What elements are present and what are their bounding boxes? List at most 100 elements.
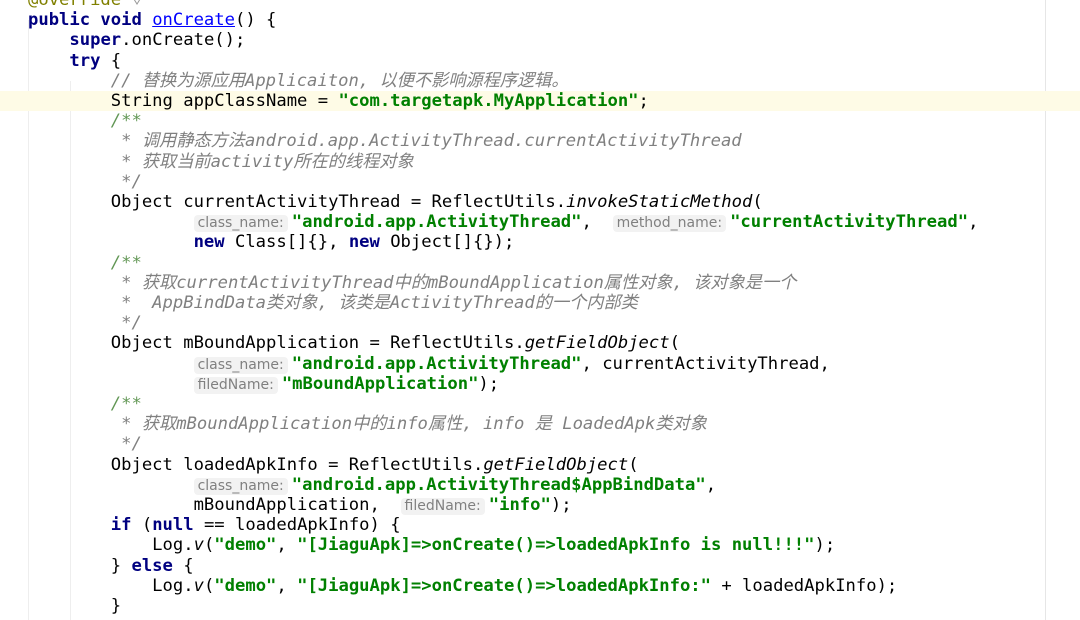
code-line[interactable]: */	[0, 313, 1080, 333]
code-line[interactable]: mBoundApplication, filedName: "info");	[0, 495, 1080, 515]
code-token: (	[203, 535, 215, 556]
code-token: Object loadedApkInfo = ReflectUtils.	[28, 454, 484, 475]
code-line[interactable]: String appClassName = "com.targetapk.MyA…	[0, 91, 1080, 112]
code-line[interactable]: super.onCreate();	[0, 30, 1080, 50]
code-line-content: /**	[0, 111, 142, 131]
code-token: "[JiaguApk]=>onCreate()=>loadedApkInfo i…	[297, 535, 815, 556]
code-line[interactable]: Object mBoundApplication = ReflectUtils.…	[0, 333, 1080, 353]
code-line-content: super.onCreate();	[0, 30, 245, 50]
code-token: new	[193, 232, 225, 253]
code-line[interactable]: filedName: "mBoundApplication");	[0, 374, 1080, 394]
code-line-content: Log.v("demo", "[JiaguApk]=>onCreate()=>l…	[0, 576, 897, 596]
code-token: {	[100, 50, 122, 71]
code-line-content: * 获取mBoundApplication中的info属性, info 是 Lo…	[0, 414, 707, 434]
code-line-content: */	[0, 172, 142, 192]
code-token: String appClassName =	[28, 91, 339, 111]
code-line-content: * 获取当前activity所在的线程对象	[0, 152, 414, 172]
code-line-content: /**	[0, 394, 142, 414]
code-line[interactable]: if (null == loadedApkInfo) {	[0, 515, 1080, 535]
code-line[interactable]: Log.v("demo", "[JiaguApk]=>onCreate()=>l…	[0, 535, 1080, 555]
code-token: == loadedApkInfo) {	[193, 515, 401, 536]
code-line-content: class_name: "android.app.ActivityThread",…	[0, 354, 830, 374]
code-token: */	[121, 434, 142, 455]
code-token: * 调用静态方法android.app.ActivityThread.curre…	[121, 131, 742, 152]
code-line[interactable]: public void onCreate() {	[0, 10, 1080, 30]
fold-marker-icon[interactable]	[131, 0, 143, 6]
code-token: }	[28, 555, 132, 576]
code-token: v	[193, 535, 204, 556]
code-line[interactable]: Log.v("demo", "[JiaguApk]=>onCreate()=>l…	[0, 576, 1080, 596]
code-token: getFieldObject	[483, 454, 629, 475]
code-line-content: String appClassName = "com.targetapk.MyA…	[0, 91, 649, 111]
code-line[interactable]: Object currentActivityThread = ReflectUt…	[0, 192, 1080, 212]
code-line[interactable]: class_name: "android.app.ActivityThread$A…	[0, 475, 1080, 495]
code-line[interactable]: class_name: "android.app.ActivityThread",…	[0, 354, 1080, 374]
code-token: ;	[638, 91, 649, 111]
code-token: try	[69, 50, 101, 71]
code-line[interactable]: new Class[]{}, new Object[]{});	[0, 232, 1080, 252]
code-token: else	[131, 555, 173, 576]
code-token: );	[478, 373, 500, 394]
code-token: public void	[28, 10, 153, 31]
code-token: "demo"	[214, 535, 277, 556]
code-token: + loadedApkInfo);	[711, 575, 898, 596]
code-line[interactable]: * 获取当前activity所在的线程对象	[0, 152, 1080, 172]
code-token: * 获取currentActivityThread中的mBoundApplica…	[121, 272, 797, 293]
code-token: "android.app.ActivityThread"	[291, 353, 582, 374]
code-token: */	[121, 313, 142, 334]
code-line[interactable]: */	[0, 434, 1080, 454]
code-line[interactable]: try {	[0, 51, 1080, 71]
code-line-content: /**	[0, 253, 142, 273]
code-line[interactable]: * 获取currentActivityThread中的mBoundApplica…	[0, 273, 1080, 293]
code-token: (	[203, 575, 215, 596]
code-line[interactable]: @override	[0, 0, 1080, 10]
code-line[interactable]: }	[0, 596, 1080, 616]
code-line-content: // 替换为源应用Applicaiton, 以便不影响源程序逻辑。	[0, 71, 569, 91]
code-token: }	[28, 596, 122, 616]
code-line[interactable]: Object loadedApkInfo = ReflectUtils.getF…	[0, 455, 1080, 475]
code-line[interactable]: * 获取mBoundApplication中的info属性, info 是 Lo…	[0, 414, 1080, 434]
code-token: "android.app.ActivityThread"	[291, 212, 582, 233]
code-line[interactable]: * 调用静态方法android.app.ActivityThread.curre…	[0, 131, 1080, 151]
code-token: () {	[234, 10, 277, 31]
code-line[interactable]: /**	[0, 253, 1080, 273]
code-token: /**	[110, 394, 142, 414]
code-line-content: class_name: "android.app.ActivityThread$A…	[0, 475, 716, 495]
code-line-content: class_name: "android.app.ActivityThread",…	[0, 212, 978, 233]
code-token: */	[121, 171, 142, 192]
code-token: // 替换为源应用Applicaiton, 以便不影响源程序逻辑。	[110, 70, 569, 91]
code-line-content: */	[0, 434, 142, 454]
code-token: "info"	[488, 495, 551, 515]
code-line[interactable]: /**	[0, 394, 1080, 414]
code-line[interactable]: } else {	[0, 556, 1080, 576]
code-line[interactable]: /**	[0, 111, 1080, 131]
code-line-content: filedName: "mBoundApplication");	[0, 374, 499, 394]
code-line-content: new Class[]{}, new Object[]{});	[0, 232, 515, 253]
code-token: mBoundApplication,	[28, 495, 401, 515]
code-line[interactable]: class_name: "android.app.ActivityThread",…	[0, 212, 1080, 233]
code-token: );	[550, 495, 572, 515]
code-line-content: if (null == loadedApkInfo) {	[0, 515, 401, 535]
code-line[interactable]: * AppBindData类对象, 该类是ActivityThread的一个内部…	[0, 293, 1080, 313]
code-line-content: Object currentActivityThread = ReflectUt…	[0, 192, 763, 212]
code-editor[interactable]: @override public void onCreate() { super.…	[0, 0, 1080, 620]
code-token: Object mBoundApplication = ReflectUtils.	[28, 333, 525, 354]
code-token: invokeStaticMethod	[566, 192, 753, 212]
code-line[interactable]: // 替换为源应用Applicaiton, 以便不影响源程序逻辑。	[0, 71, 1080, 91]
code-line[interactable]: */	[0, 172, 1080, 192]
code-token: );	[814, 535, 836, 556]
code-token: {	[172, 555, 194, 576]
code-token: * AppBindData类对象, 该类是ActivityThread的一个内部…	[121, 293, 638, 313]
